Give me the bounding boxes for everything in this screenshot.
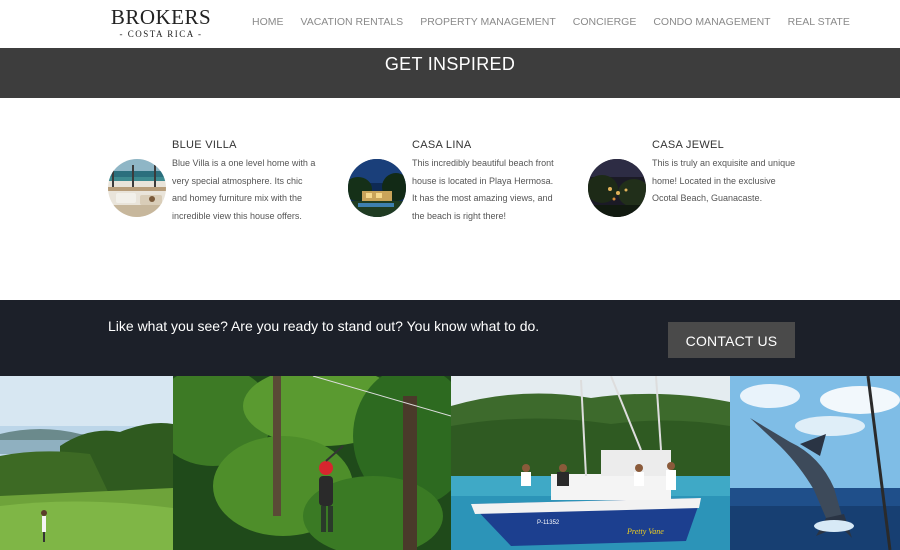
photo-gallery: P-11352 Pretty Vane [0,376,900,550]
nav-item-concierge[interactable]: CONCIERGE [573,15,637,29]
property-image-blue-villa[interactable] [108,159,166,217]
call-to-action-bar: Like what you see? Are you ready to stan… [0,300,900,376]
nav-item-real-state[interactable]: REAL STATE [788,15,850,29]
property-title[interactable]: CASA JEWEL [652,138,724,152]
gallery-image-golf[interactable] [0,376,173,550]
property-image-casa-jewel[interactable] [588,159,646,217]
boat-name: Pretty Vane [626,527,664,536]
site-header: BROKERS - COSTA RICA - HOME VACATION REN… [0,0,900,48]
boat-registration: P-11352 [537,520,560,526]
banner-title: GET INSPIRED [384,54,516,74]
site-logo[interactable]: BROKERS - COSTA RICA - [110,6,212,40]
nav-item-condo-management[interactable]: CONDO MANAGEMENT [653,15,770,29]
property-title[interactable]: CASA LINA [412,138,472,152]
property-image-casa-lina[interactable] [348,159,406,217]
get-inspired-banner: GET INSPIRED [0,48,900,98]
nav-item-property-management[interactable]: PROPERTY MANAGEMENT [420,15,556,29]
logo-main-text: BROKERS [110,5,212,29]
property-title[interactable]: BLUE VILLA [172,138,237,152]
property-description: This incredibly beautiful beach front ho… [412,158,554,221]
gallery-image-boat[interactable]: P-11352 Pretty Vane [451,376,730,550]
logo-sub-text: - COSTA RICA - [119,29,203,39]
nav-item-vacation-rentals[interactable]: VACATION RENTALS [301,15,404,29]
property-card-casa-jewel: CASA JEWEL This is truly an exquisite an… [588,98,818,298]
nav-item-home[interactable]: HOME [252,15,284,29]
properties-section: BLUE VILLA Blue Villa is a one level hom… [0,98,900,300]
property-card-casa-lina: CASA LINA This incredibly beautiful beac… [348,98,578,298]
gallery-image-marlin[interactable] [730,376,900,550]
contact-us-button[interactable]: CONTACT US [668,322,795,358]
cta-text: Like what you see? Are you ready to stan… [108,318,540,334]
main-nav: HOME VACATION RENTALS PROPERTY MANAGEMEN… [252,15,867,29]
property-description: This is truly an exquisite and unique ho… [652,158,796,203]
gallery-image-zipline[interactable] [173,376,451,550]
property-card-blue-villa: BLUE VILLA Blue Villa is a one level hom… [108,98,338,298]
property-description: Blue Villa is a one level home with a ve… [172,158,316,221]
